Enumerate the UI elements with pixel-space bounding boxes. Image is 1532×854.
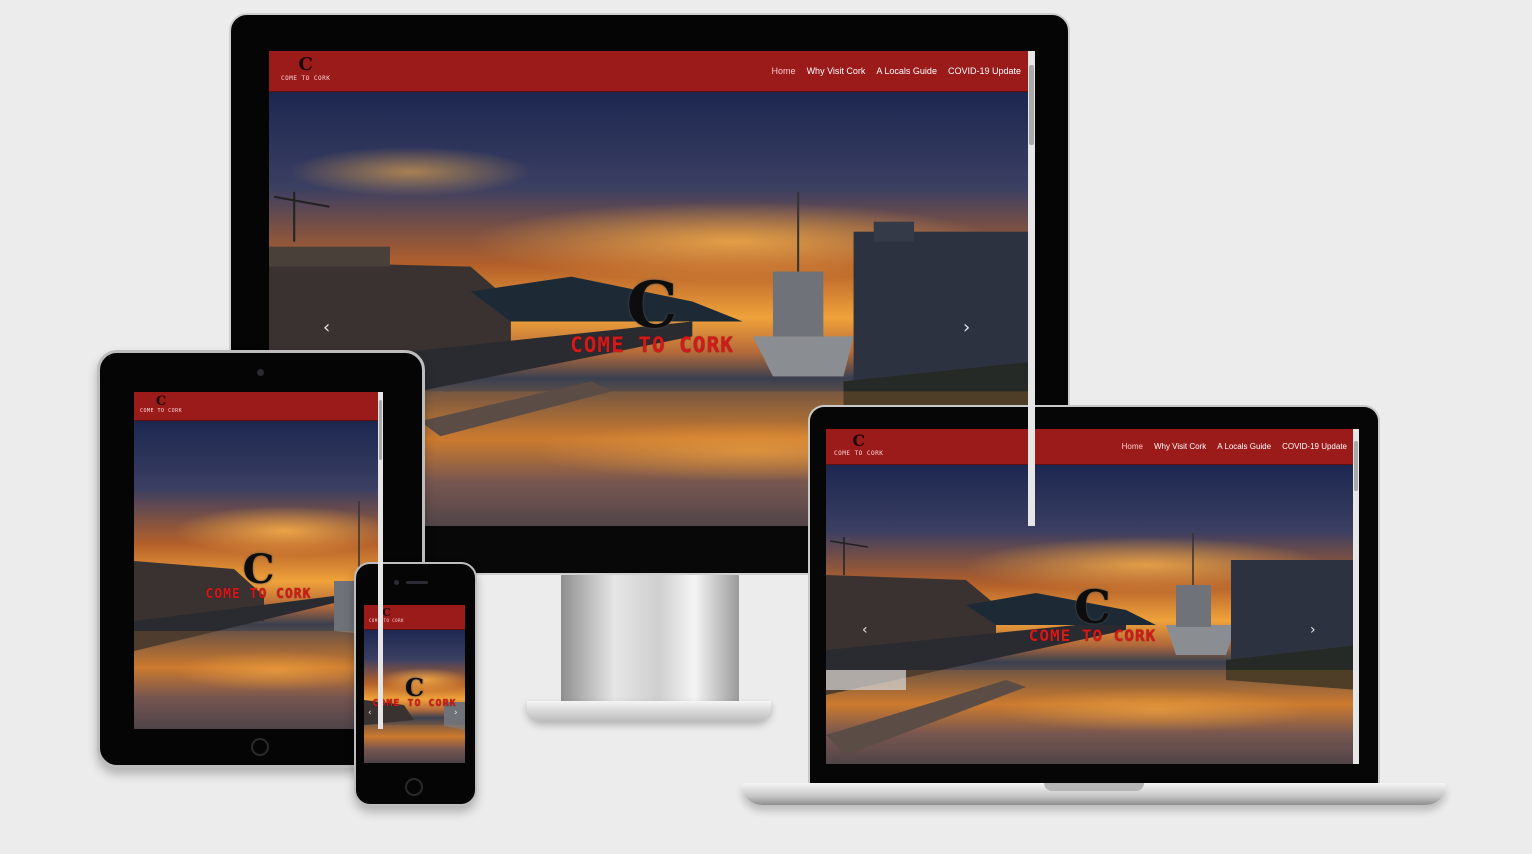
carousel-next-icon[interactable]: › [963,319,970,337]
logo-mark: C [852,431,866,450]
logo-mark: C [298,54,313,75]
home-button-icon[interactable] [251,738,269,756]
laptop-device: C COME TO CORK Home Why Visit Cork A Loc… [742,405,1446,813]
scrollbar-thumb[interactable] [1354,441,1358,491]
nav-home[interactable]: Home [1122,442,1143,451]
nav-why-visit-cork[interactable]: Why Visit Cork [1154,442,1206,451]
scrollbar-thumb[interactable] [1029,65,1034,145]
monitor-stand [561,573,739,703]
hero-mark: C [626,268,678,343]
scrollbar[interactable] [1028,51,1035,526]
nav-menu: Home Why Visit Cork A Locals Guide COVID… [772,66,1021,76]
scrollbar[interactable] [378,392,383,729]
carousel-prev-icon[interactable]: ‹ [862,623,868,637]
logo-text: COME TO CORK [369,618,404,623]
laptop-website: C COME TO CORK Home Why Visit Cork A Loc… [826,429,1359,764]
logo-text: COME TO CORK [834,450,884,457]
carousel-next-icon[interactable]: › [454,709,458,718]
site-navbar: C COME TO CORK Home Why Visit Cork A Loc… [269,51,1035,92]
hero-overlay: C COME TO CORK [269,268,1035,357]
site-logo[interactable]: C COME TO CORK [369,607,404,623]
tablet-website: C COME TO CORK C COME TO CORK [134,392,383,729]
carousel-prev-icon[interactable]: ‹ [368,709,372,718]
speaker-grille [406,581,428,584]
site-logo[interactable]: C COME TO CORK [834,433,883,457]
hero-mark: C [404,673,425,702]
nav-locals-guide[interactable]: A Locals Guide [1217,442,1271,451]
site-navbar: C COME TO CORK Home Why Visit Cork A Loc… [826,429,1359,465]
nav-locals-guide[interactable]: A Locals Guide [876,66,937,76]
logo-mark: C [155,394,167,409]
logo-text: COME TO CORK [281,75,331,82]
hero-title: COME TO CORK [205,587,312,602]
nav-menu: Home Why Visit Cork A Locals Guide COVID… [1122,442,1347,451]
hero-overlay: C COME TO CORK [134,546,383,602]
nav-why-visit-cork[interactable]: Why Visit Cork [807,66,866,76]
carousel-prev-icon[interactable]: ‹ [323,319,330,337]
scrollbar[interactable] [1353,429,1359,764]
site-logo[interactable]: C COME TO CORK [140,395,182,414]
hero-title: COME TO CORK [372,697,457,709]
laptop-notch [1044,783,1144,791]
carousel-next-icon[interactable]: › [1310,623,1316,637]
hero-mark: C [1074,580,1111,634]
camera-icon [257,369,264,376]
home-button-icon[interactable] [405,778,423,796]
scrollbar-thumb[interactable] [379,400,382,460]
camera-icon [394,580,399,585]
hero-overlay: C COME TO CORK [826,580,1359,646]
site-logo[interactable]: C COME TO CORK [281,56,330,82]
monitor-base [527,701,771,721]
hero-mark: C [242,546,275,593]
hero-title: COME TO CORK [1028,626,1157,646]
logo-mark: C [382,606,391,619]
logo-text: COME TO CORK [140,408,183,414]
nav-covid-update[interactable]: COVID-19 Update [948,66,1021,76]
nav-home[interactable]: Home [772,66,796,76]
site-navbar: C COME TO CORK [134,392,383,421]
hero-title: COME TO CORK [570,332,734,357]
nav-covid-update[interactable]: COVID-19 Update [1282,442,1347,451]
